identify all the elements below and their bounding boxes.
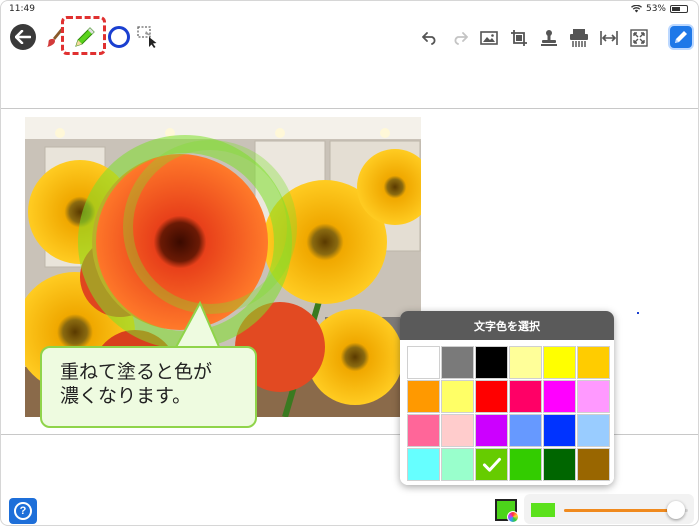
battery-percent: 53% bbox=[645, 4, 666, 14]
undo-icon bbox=[422, 32, 436, 45]
shredder-icon bbox=[570, 29, 588, 47]
color-swatch[interactable] bbox=[407, 380, 440, 413]
edit-pen-icon bbox=[675, 31, 687, 43]
pen-width-panel bbox=[524, 494, 694, 524]
color-swatch[interactable] bbox=[577, 346, 610, 379]
color-swatch[interactable] bbox=[543, 414, 576, 447]
color-swatch[interactable] bbox=[441, 448, 474, 481]
pen-width-preview bbox=[531, 503, 555, 517]
color-swatch[interactable] bbox=[509, 414, 542, 447]
undo-button[interactable] bbox=[419, 27, 441, 49]
stray-pen-dot bbox=[637, 312, 639, 314]
color-swatch[interactable] bbox=[577, 380, 610, 413]
canvas-top-border bbox=[1, 108, 698, 109]
back-button[interactable] bbox=[10, 24, 36, 50]
color-picker-title: 文字色を選択 bbox=[400, 311, 614, 340]
color-swatch[interactable] bbox=[407, 448, 440, 481]
wifi-icon bbox=[630, 5, 642, 13]
color-swatch[interactable] bbox=[441, 414, 474, 447]
back-arrow-icon bbox=[15, 30, 31, 44]
pen-width-slider-thumb[interactable] bbox=[666, 501, 685, 519]
color-swatch[interactable] bbox=[441, 346, 474, 379]
color-swatch[interactable] bbox=[475, 414, 508, 447]
status-time: 11:49 bbox=[9, 4, 35, 14]
color-swatch[interactable] bbox=[509, 448, 542, 481]
pen-width-slider-fill bbox=[564, 509, 676, 512]
color-swatch[interactable] bbox=[441, 380, 474, 413]
color-swatch[interactable] bbox=[509, 380, 542, 413]
color-swatch[interactable] bbox=[475, 346, 508, 379]
color-swatch[interactable] bbox=[577, 414, 610, 447]
color-swatch[interactable] bbox=[543, 346, 576, 379]
status-indicators: 53% bbox=[630, 4, 688, 14]
color-swatch[interactable] bbox=[543, 380, 576, 413]
redo-icon bbox=[454, 32, 468, 45]
circle-tool-button[interactable] bbox=[108, 26, 130, 48]
fit-screen-icon bbox=[630, 29, 648, 47]
help-button[interactable]: ? bbox=[9, 498, 37, 524]
color-swatch[interactable] bbox=[543, 448, 576, 481]
fit-width-button[interactable] bbox=[598, 27, 620, 49]
select-tool-button[interactable] bbox=[136, 25, 160, 49]
shredder-button[interactable] bbox=[568, 27, 590, 49]
stamp-icon bbox=[541, 30, 557, 46]
select-icon bbox=[137, 26, 157, 48]
color-swatch[interactable] bbox=[475, 380, 508, 413]
battery-icon bbox=[670, 5, 688, 13]
pen-width-slider[interactable] bbox=[564, 501, 688, 519]
crop-button[interactable] bbox=[508, 27, 530, 49]
color-swatch[interactable] bbox=[475, 448, 508, 481]
pen-tool-button[interactable] bbox=[70, 24, 98, 52]
fit-screen-button[interactable] bbox=[628, 27, 650, 49]
color-swatch-grid bbox=[400, 340, 614, 485]
callout-bubble: 重ねて塗ると色が 濃くなります。 bbox=[40, 346, 257, 428]
crop-icon bbox=[511, 30, 527, 46]
color-swatch[interactable] bbox=[407, 414, 440, 447]
edit-mode-button[interactable] bbox=[668, 24, 694, 50]
stamp-button[interactable] bbox=[538, 27, 560, 49]
redo-button[interactable] bbox=[449, 27, 471, 49]
color-swatch[interactable] bbox=[407, 346, 440, 379]
checkmark-icon bbox=[482, 457, 501, 472]
color-swatch[interactable] bbox=[577, 448, 610, 481]
app-window: 11:49 53% 重ねて塗ると色が 濃くなります。 文字色を選択 ? bbox=[0, 0, 699, 526]
callout-text: 重ねて塗ると色が 濃くなります。 bbox=[60, 361, 213, 407]
color-wheel-icon bbox=[507, 511, 519, 523]
fit-width-icon bbox=[600, 31, 618, 45]
color-swatch[interactable] bbox=[509, 346, 542, 379]
help-icon: ? bbox=[14, 502, 32, 520]
color-picker-popover: 文字色を選択 bbox=[400, 311, 614, 485]
pen-icon bbox=[75, 27, 95, 47]
image-icon bbox=[480, 31, 498, 45]
insert-image-button[interactable] bbox=[478, 27, 500, 49]
